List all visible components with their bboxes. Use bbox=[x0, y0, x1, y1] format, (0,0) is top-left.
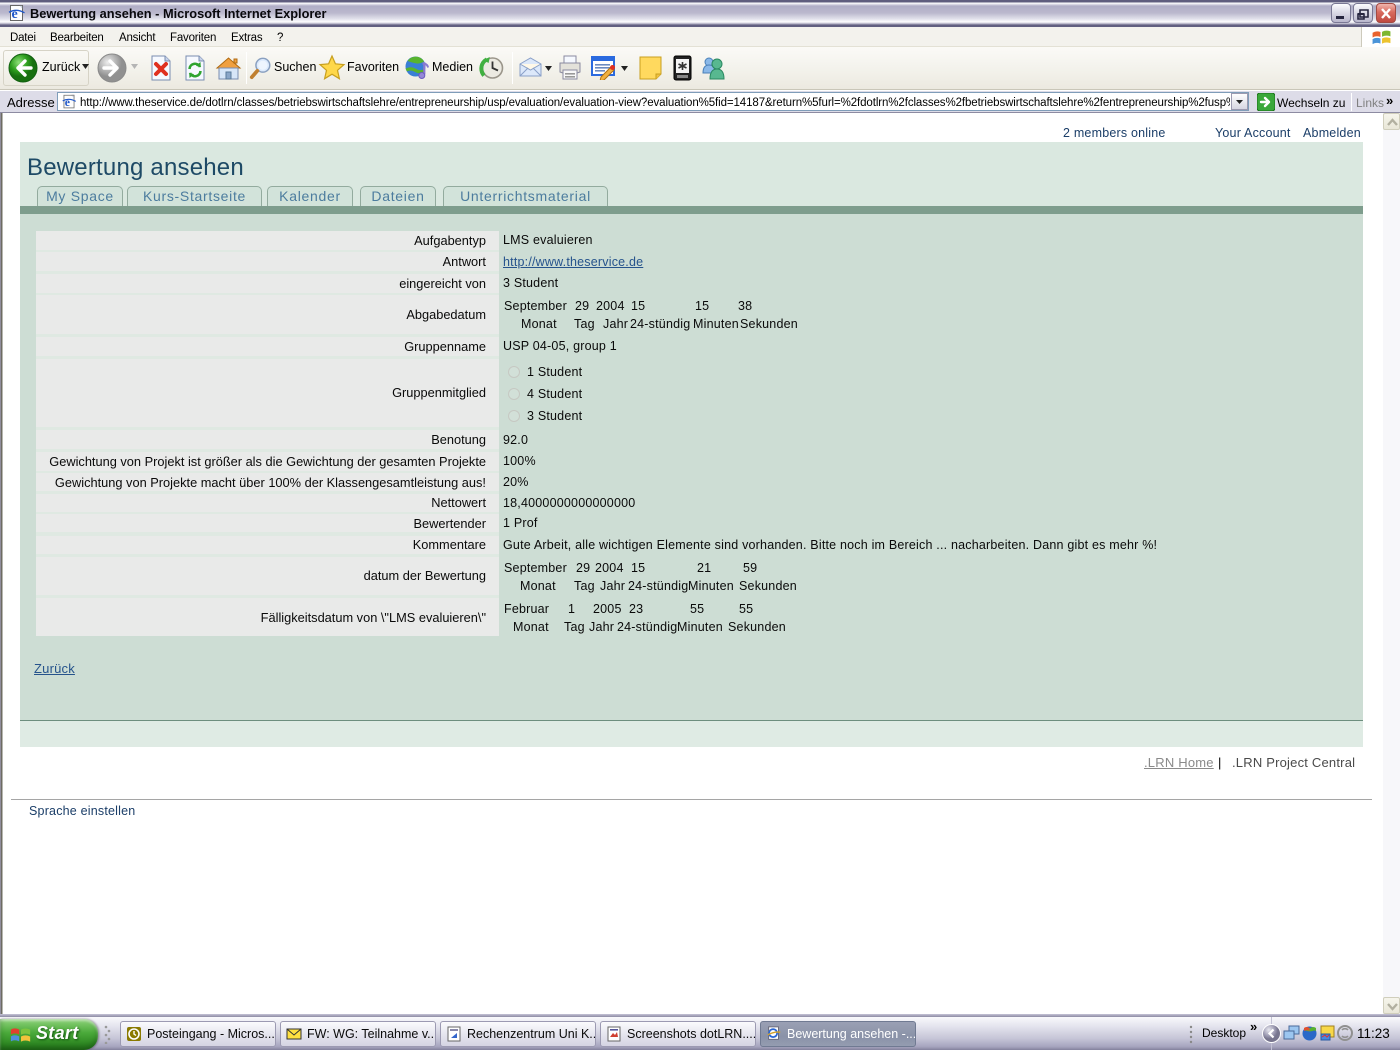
svg-text:e: e bbox=[12, 7, 18, 22]
svg-text:e: e bbox=[65, 96, 70, 109]
